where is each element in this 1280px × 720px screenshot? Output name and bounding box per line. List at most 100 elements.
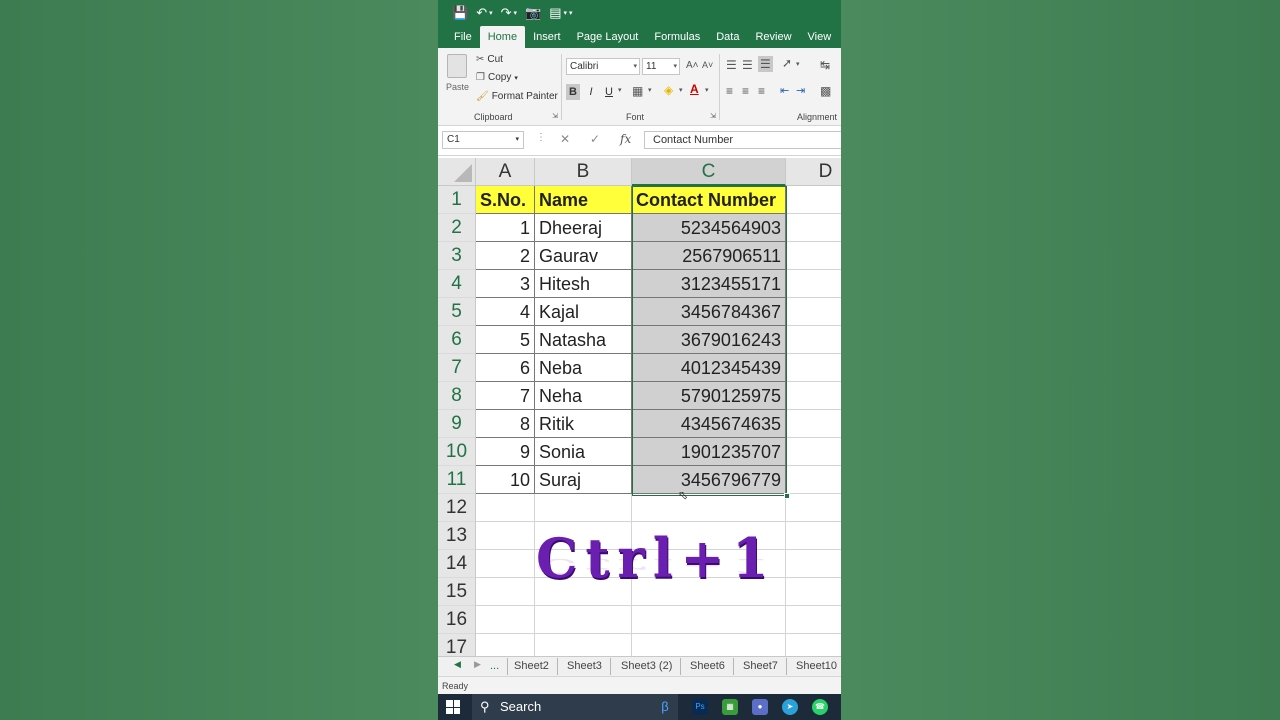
table-cell[interactable]: 6 [476, 354, 535, 382]
font-size-combo[interactable]: 11 ▾ [642, 58, 680, 75]
table-cell[interactable]: 10 [476, 466, 535, 494]
empty-cell[interactable] [786, 186, 841, 214]
empty-cell[interactable] [786, 634, 841, 656]
empty-cell[interactable] [786, 606, 841, 634]
table-cell[interactable]: Dheeraj [535, 214, 632, 242]
sheet-next-icon[interactable]: ▶ [474, 659, 481, 670]
sheet-tab-sheet7[interactable]: Sheet7 [735, 658, 787, 675]
empty-cell[interactable] [476, 606, 535, 634]
wrap-text-icon[interactable]: ↹ [820, 58, 830, 72]
empty-cell[interactable] [786, 410, 841, 438]
empty-cell[interactable] [632, 606, 786, 634]
table-cell[interactable]: 3456784367 [632, 298, 786, 326]
tab-page-layout[interactable]: Page Layout [569, 26, 647, 48]
tab-insert[interactable]: Insert [525, 26, 569, 48]
sheet-tab-sheet10[interactable]: Sheet10 [788, 658, 841, 675]
row-header-2[interactable]: 2 [438, 214, 476, 242]
empty-cell[interactable] [535, 606, 632, 634]
table-cell[interactable]: 4 [476, 298, 535, 326]
taskbar-search[interactable]: ⚲ Search [472, 694, 678, 720]
underline-dropdown-icon[interactable]: ▾ [618, 86, 622, 94]
empty-cell[interactable] [786, 494, 841, 522]
cut-button[interactable]: ✂ Cut [476, 54, 503, 65]
tab-home[interactable]: Home [479, 26, 526, 48]
fill-color-icon[interactable]: ◈ [664, 83, 673, 97]
table-cell[interactable]: Ritik [535, 410, 632, 438]
empty-cell[interactable] [786, 270, 841, 298]
empty-cell[interactable] [786, 522, 841, 550]
column-header-c[interactable]: C [632, 158, 786, 186]
table-cell[interactable]: Hitesh [535, 270, 632, 298]
table-cell[interactable]: Suraj [535, 466, 632, 494]
grow-font-icon[interactable]: A˄ [686, 60, 699, 71]
cancel-icon[interactable]: ✕ [560, 132, 570, 146]
windows-start-icon[interactable] [446, 700, 460, 714]
table-cell[interactable]: 2567906511 [632, 242, 786, 270]
excel-app-icon[interactable]: ▦ [722, 699, 738, 715]
empty-cell[interactable] [476, 550, 535, 578]
empty-cell[interactable] [786, 242, 841, 270]
align-bottom-icon[interactable]: ☰ [758, 56, 773, 72]
table-cell[interactable]: 1901235707 [632, 438, 786, 466]
fill-handle[interactable] [784, 493, 790, 499]
column-header-b[interactable]: B [535, 158, 632, 186]
empty-cell[interactable] [786, 298, 841, 326]
redo-icon[interactable]: ↷ [501, 5, 512, 21]
decrease-indent-icon[interactable]: ⇤ [780, 84, 789, 97]
table-cell[interactable]: Natasha [535, 326, 632, 354]
tab-review[interactable]: Review [747, 26, 799, 48]
clipboard-launcher-icon[interactable]: ⇲ [552, 112, 558, 120]
undo-icon[interactable]: ↶ [476, 5, 487, 21]
form-icon[interactable]: ▤ [549, 5, 561, 21]
select-all-button[interactable] [438, 158, 476, 186]
empty-cell[interactable] [786, 550, 841, 578]
table-cell[interactable]: Gaurav [535, 242, 632, 270]
row-header-13[interactable]: 13 [438, 522, 476, 550]
font-color-dropdown-icon[interactable]: ▾ [705, 86, 709, 94]
table-cell[interactable]: 5790125975 [632, 382, 786, 410]
table-cell[interactable]: 8 [476, 410, 535, 438]
table-header-cell[interactable]: Contact Number [632, 186, 786, 214]
row-header-8[interactable]: 8 [438, 382, 476, 410]
row-header-17[interactable]: 17 [438, 634, 476, 656]
bold-button[interactable]: B [566, 84, 580, 100]
empty-cell[interactable] [476, 494, 535, 522]
table-cell[interactable]: Neha [535, 382, 632, 410]
sheet-tab-sheet6[interactable]: Sheet6 [682, 658, 734, 675]
row-header-5[interactable]: 5 [438, 298, 476, 326]
enter-icon[interactable]: ✓ [590, 132, 600, 146]
empty-cell[interactable] [786, 354, 841, 382]
underline-button[interactable]: U [602, 84, 616, 100]
row-header-10[interactable]: 10 [438, 438, 476, 466]
empty-cell[interactable] [632, 634, 786, 656]
row-header-12[interactable]: 12 [438, 494, 476, 522]
merge-center-icon[interactable]: ▩ [820, 84, 831, 98]
table-header-cell[interactable]: Name [535, 186, 632, 214]
row-header-7[interactable]: 7 [438, 354, 476, 382]
orientation-icon[interactable]: ➚ [782, 56, 792, 70]
empty-cell[interactable] [535, 494, 632, 522]
column-header-d[interactable]: D [786, 158, 841, 186]
app-icon[interactable]: ● [752, 699, 768, 715]
table-cell[interactable]: 2 [476, 242, 535, 270]
fill-color-dropdown-icon[interactable]: ▾ [679, 86, 683, 94]
empty-cell[interactable] [786, 466, 841, 494]
font-name-combo[interactable]: Calibri ▾ [566, 58, 640, 75]
sheet-tab-sheet3-2[interactable]: Sheet3 (2) [613, 658, 682, 675]
tab-view[interactable]: View [800, 26, 840, 48]
table-cell[interactable]: 3 [476, 270, 535, 298]
formula-input[interactable]: Contact Number [644, 131, 841, 149]
tab-data[interactable]: Data [708, 26, 747, 48]
empty-cell[interactable] [632, 494, 786, 522]
empty-cell[interactable] [476, 522, 535, 550]
copy-dropdown-icon[interactable]: ▾ [514, 74, 518, 82]
row-header-16[interactable]: 16 [438, 606, 476, 634]
sheet-tab-more[interactable]: ... [482, 658, 509, 675]
table-cell[interactable]: 1 [476, 214, 535, 242]
insert-function-icon[interactable]: fx [620, 132, 631, 146]
camera-icon[interactable]: 📷 [525, 5, 541, 21]
table-cell[interactable]: 5234564903 [632, 214, 786, 242]
empty-cell[interactable] [786, 438, 841, 466]
table-cell[interactable]: Neba [535, 354, 632, 382]
save-icon[interactable]: 💾 [452, 5, 468, 21]
